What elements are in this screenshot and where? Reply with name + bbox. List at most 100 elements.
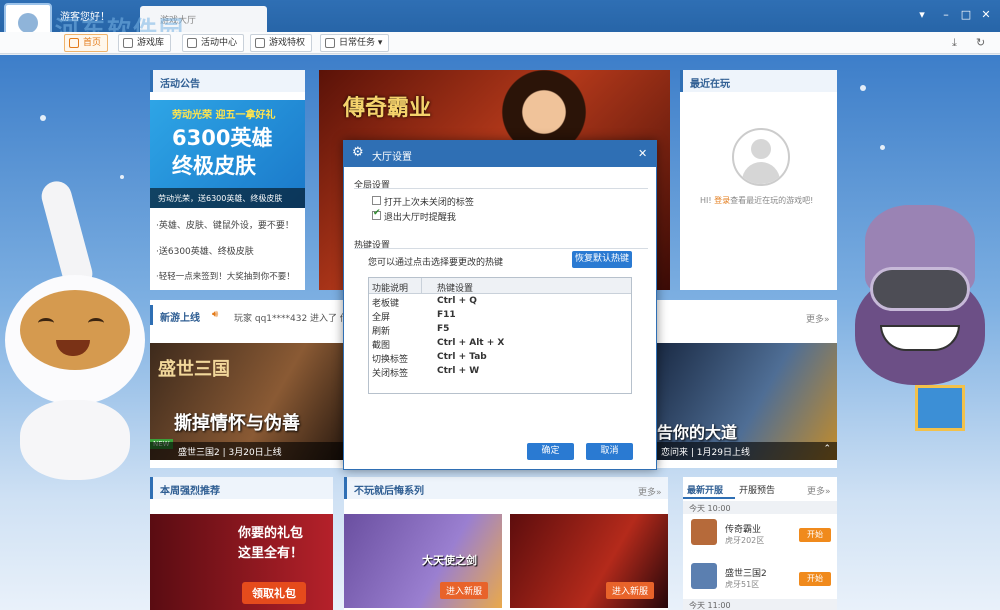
time-row: 今天 11:00 bbox=[683, 599, 837, 610]
server-more-link[interactable]: 更多» bbox=[807, 484, 831, 497]
regret-more-link[interactable]: 更多» bbox=[638, 485, 662, 498]
time-row: 今天 10:00 bbox=[683, 501, 837, 514]
card2-caption: 恋问来 | 1月29日上线 ⌃ bbox=[657, 442, 837, 460]
new-games-more-link[interactable]: 更多» bbox=[806, 312, 830, 325]
banner-caption: 劳动光荣，送6300英雄、终极皮肤 bbox=[150, 188, 305, 208]
crown-icon bbox=[255, 38, 265, 48]
hotkey-function: 刷新 bbox=[372, 327, 391, 337]
recent-title: 最近在玩 bbox=[680, 70, 837, 92]
option-reopen-tabs[interactable]: 打开上次未关闭的标签 bbox=[372, 195, 474, 208]
new-games-title: 新游上线 bbox=[150, 305, 207, 325]
tab-new-servers[interactable]: 最新开服 bbox=[683, 477, 735, 499]
ski-mascot-illustration bbox=[845, 205, 1000, 465]
tab-server-preview[interactable]: 开服预告 bbox=[737, 477, 777, 499]
announcement-title: 活动公告 bbox=[150, 70, 305, 92]
ok-button[interactable]: 确定 bbox=[527, 443, 574, 460]
weekly-section: 本周强烈推荐 你要的礼包 这里全有！ 领取礼包 bbox=[150, 477, 333, 610]
server-name: 虎牙51区 bbox=[725, 580, 760, 589]
tab-game-hall[interactable]: 游戏大厅 bbox=[140, 6, 267, 32]
regret-card-2[interactable]: 进入新服 bbox=[510, 514, 668, 608]
hotkey-value: F5 bbox=[437, 324, 450, 334]
card1-headline: 撕掉情怀与伪善 bbox=[174, 413, 300, 434]
minimize-icon[interactable]: – bbox=[938, 7, 954, 23]
chevron-up-icon[interactable]: ⌃ bbox=[823, 444, 831, 454]
regret-title: 不玩就后悔系列 bbox=[344, 477, 668, 499]
announcement-banner[interactable]: 劳动光荣 迎五一拿好礼 6300英雄 终极皮肤 劳动光荣，送6300英雄、终极皮… bbox=[150, 100, 305, 208]
hotkey-row[interactable]: 刷新 F5 bbox=[369, 324, 631, 338]
regret-section: 不玩就后悔系列 更多» 大天使之剑 进入新服 进入新服 bbox=[344, 477, 668, 610]
game-icon bbox=[691, 519, 717, 545]
nav-daily-dropdown[interactable]: 日常任务 ▾ bbox=[320, 34, 390, 52]
checkbox-checked[interactable]: ✔ bbox=[372, 208, 381, 220]
start-button[interactable]: 开始 bbox=[799, 572, 831, 586]
banner-game-logo: 傳奇霸业 bbox=[343, 95, 432, 121]
home-icon bbox=[69, 38, 79, 48]
banner-line3: 终极皮肤 bbox=[172, 154, 256, 178]
hotkey-function: 截图 bbox=[372, 341, 391, 351]
option-exit-remind[interactable]: ✔ 退出大厅时提醒我 bbox=[372, 208, 456, 223]
server-game-name: 传奇霸业 bbox=[725, 525, 762, 535]
nav-activity-button[interactable]: 活动中心 bbox=[182, 34, 245, 52]
hotkey-function: 全屏 bbox=[372, 313, 391, 323]
gift-banner[interactable]: 你要的礼包 这里全有！ 领取礼包 bbox=[150, 514, 333, 610]
settings-dialog: ⚙ 大厅设置 ✕ 全局设置 打开上次未关闭的标签 ✔ 退出大厅时提醒我 热键设置… bbox=[343, 140, 657, 470]
maximize-icon[interactable]: □ bbox=[958, 7, 974, 23]
hotkey-value: Ctrl + W bbox=[437, 366, 480, 376]
ticker-text: 玩家 qq1****432 进入了 传奇 bbox=[234, 314, 358, 324]
hotkey-table: 功能说明 热键设置 老板键 Ctrl + Q 全屏 F11 刷新 F5 截图 Ctrl + A… bbox=[368, 277, 632, 394]
general-label: 全局设置 bbox=[354, 181, 391, 191]
card-game-logo: 大天使之剑 bbox=[422, 554, 477, 567]
dialog-title-bar: ⚙ 大厅设置 ✕ bbox=[344, 141, 656, 167]
banner-line2: 6300英雄 bbox=[172, 126, 273, 150]
gamepad-icon bbox=[123, 38, 133, 48]
speaker-icon: 🔊︎ bbox=[212, 309, 219, 320]
greeting-text: 游客您好！ bbox=[60, 12, 110, 23]
card2-headline: 告你的大道 bbox=[657, 423, 738, 442]
calendar-icon bbox=[187, 38, 197, 48]
rabbit-mascot-illustration bbox=[0, 177, 150, 480]
nav-home-button[interactable]: 首页 bbox=[64, 34, 109, 52]
game-icon bbox=[691, 563, 717, 589]
announcement-item[interactable]: ·轻轻一点来签到！大奖抽到你不要！ bbox=[156, 270, 295, 282]
nav-library-button[interactable]: 游戏库 bbox=[118, 34, 172, 52]
hotkey-value: F11 bbox=[437, 310, 456, 320]
restore-default-button[interactable]: 恢复默认热键 bbox=[572, 251, 632, 268]
announcement-item[interactable]: ·送6300英雄、终极皮肤 bbox=[156, 244, 254, 257]
hotkey-row[interactable]: 截图 Ctrl + Alt + X bbox=[369, 338, 631, 352]
enter-server-button[interactable]: 进入新服 bbox=[606, 582, 655, 599]
skin-icon[interactable]: ▾ bbox=[914, 7, 930, 23]
login-link[interactable]: 登录 bbox=[714, 196, 730, 205]
nav-bar: 首页 游戏库 活动中心 游戏特权 日常任务 ▾ ⤓ ↻ bbox=[0, 32, 1000, 54]
nav-privilege-button[interactable]: 游戏特权 bbox=[250, 34, 313, 52]
download-icon[interactable]: ⤓ bbox=[952, 36, 957, 50]
hotkey-value: Ctrl + Alt + X bbox=[437, 338, 505, 348]
dialog-title: 大厅设置 bbox=[372, 152, 412, 163]
gear-icon: ⚙ bbox=[352, 145, 364, 160]
dialog-close-icon[interactable]: ✕ bbox=[638, 147, 647, 160]
hotkey-hint: 您可以通过点击选择要更改的热键 bbox=[368, 258, 504, 268]
close-icon[interactable]: ✕ bbox=[978, 7, 994, 23]
title-bar: 游客您好！ 游戏大厅 ▾ – □ ✕ bbox=[0, 0, 1000, 32]
start-button[interactable]: 开始 bbox=[799, 528, 831, 542]
server-name: 虎牙202区 bbox=[725, 536, 765, 545]
server-game-name: 盛世三国2 bbox=[725, 569, 767, 579]
hotkey-row[interactable]: 全屏 F11 bbox=[369, 310, 631, 324]
card1-caption: 盛世三国2 | 3月20日上线 bbox=[150, 442, 343, 460]
gift-line1: 你要的礼包 bbox=[238, 526, 304, 541]
hotkey-row[interactable]: 关闭标签 Ctrl + W bbox=[369, 366, 631, 380]
announcement-item[interactable]: ·英雄、皮肤、键鼠外设，要不要！ bbox=[156, 218, 294, 231]
empty-avatar-icon bbox=[732, 128, 790, 186]
cancel-button[interactable]: 取消 bbox=[586, 443, 633, 460]
hotkey-function: 老板键 bbox=[372, 299, 400, 309]
refresh-icon[interactable]: ↻ bbox=[976, 36, 985, 49]
checkbox-unchecked[interactable] bbox=[372, 196, 381, 205]
hotkey-row[interactable]: 切换标签 Ctrl + Tab bbox=[369, 352, 631, 366]
claim-gift-button[interactable]: 领取礼包 bbox=[242, 582, 306, 604]
gift-line2: 这里全有！ bbox=[238, 546, 304, 561]
regret-card-1[interactable]: 大天使之剑 进入新服 bbox=[344, 514, 502, 608]
announcement-panel: 活动公告 劳动光荣 迎五一拿好礼 6300英雄 终极皮肤 劳动光荣，送6300英… bbox=[150, 70, 305, 290]
banner-line1: 劳动光荣 迎五一拿好礼 bbox=[172, 110, 276, 121]
hotkey-table-header: 功能说明 热键设置 bbox=[369, 278, 631, 294]
hotkey-row[interactable]: 老板键 Ctrl + Q bbox=[369, 296, 631, 310]
enter-server-button[interactable]: 进入新服 bbox=[440, 582, 489, 599]
